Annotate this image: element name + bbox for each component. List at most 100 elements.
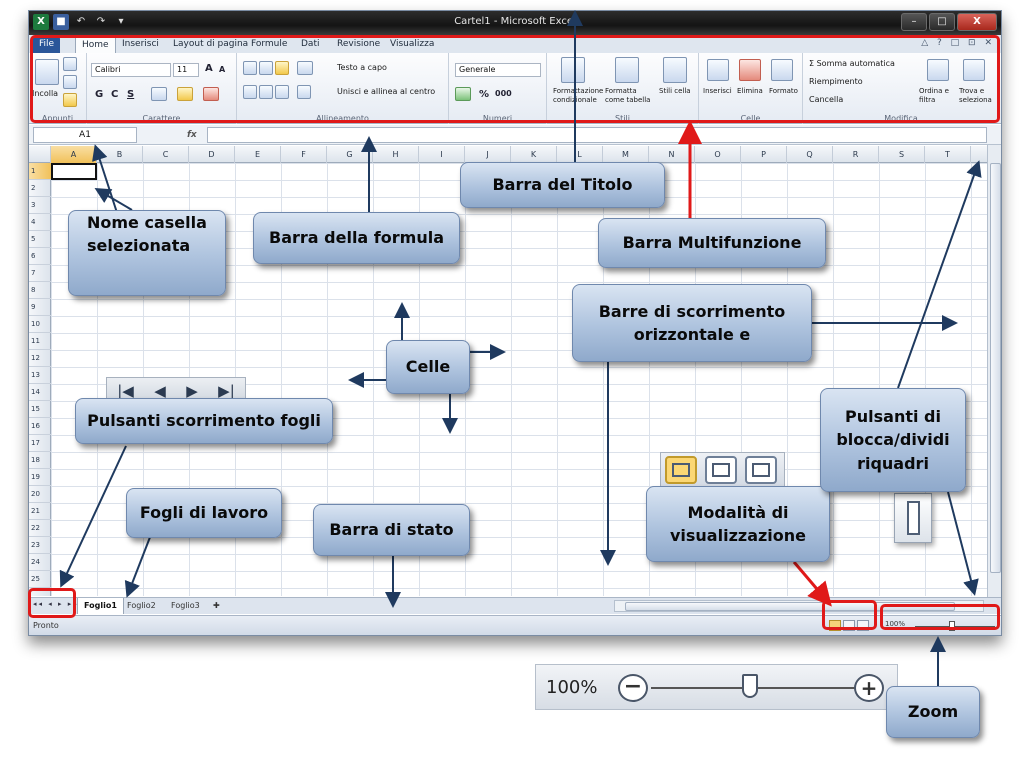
row-header[interactable]: 2 <box>29 180 51 197</box>
zoom-thumb[interactable] <box>742 674 758 698</box>
horizontal-scrollbar[interactable] <box>614 600 984 612</box>
grow-font-button[interactable]: A <box>205 63 213 74</box>
column-header[interactable]: F <box>281 146 327 163</box>
align-left-icon[interactable] <box>243 85 257 99</box>
autosum-button[interactable]: Σ Somma automatica <box>809 59 895 68</box>
column-header[interactable]: P <box>741 146 787 163</box>
zoom-in-icon[interactable]: + <box>854 674 884 702</box>
column-header[interactable]: O <box>695 146 741 163</box>
font-name-select[interactable]: Calibri <box>91 63 171 77</box>
column-header[interactable]: J <box>465 146 511 163</box>
row-header[interactable]: 12 <box>29 350 51 367</box>
page-layout-large-icon[interactable] <box>705 456 737 484</box>
close-button[interactable]: X <box>957 13 997 31</box>
column-header[interactable]: R <box>833 146 879 163</box>
column-header[interactable]: C <box>143 146 189 163</box>
row-header[interactable]: 9 <box>29 299 51 316</box>
column-header[interactable]: K <box>511 146 557 163</box>
fill-color-icon[interactable] <box>177 87 193 101</box>
select-all-corner[interactable] <box>29 146 51 163</box>
sheet-tab-3[interactable]: Foglio3 <box>165 598 206 614</box>
row-header[interactable]: 18 <box>29 452 51 469</box>
align-right-icon[interactable] <box>275 85 289 99</box>
zoom-mini-track[interactable] <box>915 626 995 627</box>
thousands-button[interactable]: 000 <box>495 89 512 98</box>
borders-icon[interactable] <box>151 87 167 101</box>
row-header[interactable]: 7 <box>29 265 51 282</box>
row-header[interactable]: 10 <box>29 316 51 333</box>
shrink-font-button[interactable]: A <box>219 65 225 74</box>
currency-icon[interactable] <box>455 87 471 101</box>
row-header[interactable]: 13 <box>29 367 51 384</box>
copy-icon[interactable] <box>63 75 77 89</box>
column-header[interactable]: M <box>603 146 649 163</box>
tab-view[interactable]: Visualizza <box>384 37 440 53</box>
row-header[interactable]: 20 <box>29 486 51 503</box>
row-header[interactable]: 22 <box>29 520 51 537</box>
align-bottom-icon[interactable] <box>275 61 289 75</box>
cut-icon[interactable] <box>63 57 77 71</box>
split-pane-icon[interactable] <box>894 493 932 543</box>
row-header[interactable]: 8 <box>29 282 51 299</box>
column-header[interactable]: B <box>97 146 143 163</box>
row-header[interactable]: 25 <box>29 571 51 588</box>
font-size-select[interactable]: 11 <box>173 63 199 77</box>
row-header[interactable]: 24 <box>29 554 51 571</box>
minimize-button[interactable]: – <box>901 13 927 31</box>
sort-filter-icon[interactable] <box>927 59 949 81</box>
vertical-scroll-thumb[interactable] <box>990 163 1001 573</box>
column-header[interactable]: I <box>419 146 465 163</box>
column-header[interactable]: L <box>557 146 603 163</box>
tab-formulas[interactable]: Formule <box>245 37 293 53</box>
tab-data[interactable]: Dati <box>295 37 325 53</box>
number-format-select[interactable]: Generale <box>455 63 541 77</box>
tab-page-layout[interactable]: Layout di pagina <box>167 37 254 53</box>
italic-button[interactable]: C <box>111 89 118 100</box>
horizontal-scroll-thumb[interactable] <box>625 602 955 611</box>
column-header[interactable]: S <box>879 146 925 163</box>
column-header[interactable]: D <box>189 146 235 163</box>
fill-button[interactable]: Riempimento <box>809 77 863 86</box>
sheet-tab-1[interactable]: Foglio1 <box>77 598 124 614</box>
normal-view-icon[interactable] <box>829 620 841 631</box>
maximize-button[interactable]: □ <box>929 13 955 31</box>
underline-button[interactable]: S <box>127 89 134 100</box>
active-cell[interactable] <box>51 163 97 180</box>
column-header[interactable]: E <box>235 146 281 163</box>
merge-center-button[interactable]: Unisci e allinea al centro <box>337 87 435 96</box>
vertical-scrollbar[interactable] <box>987 145 1001 597</box>
column-header[interactable]: G <box>327 146 373 163</box>
row-header[interactable]: 4 <box>29 214 51 231</box>
row-header[interactable]: 21 <box>29 503 51 520</box>
format-painter-icon[interactable] <box>63 93 77 107</box>
align-center-icon[interactable] <box>259 85 273 99</box>
zoom-out-icon[interactable]: − <box>618 674 648 702</box>
conditional-format-icon[interactable] <box>561 57 585 83</box>
tab-home[interactable]: Home <box>75 37 116 53</box>
row-header[interactable]: 15 <box>29 401 51 418</box>
page-layout-view-icon[interactable] <box>843 620 855 631</box>
clear-button[interactable]: Cancella <box>809 95 843 104</box>
align-middle-icon[interactable] <box>259 61 273 75</box>
format-cells-icon[interactable] <box>771 59 793 81</box>
tab-review[interactable]: Revisione <box>331 37 386 53</box>
tab-insert[interactable]: Inserisci <box>116 37 165 53</box>
row-header[interactable]: 17 <box>29 435 51 452</box>
name-box[interactable]: A1 <box>33 127 137 143</box>
format-table-icon[interactable] <box>615 57 639 83</box>
row-header[interactable]: 16 <box>29 418 51 435</box>
ribbon-help-icons[interactable]: △ ? □ ⊡ ✕ <box>921 38 995 48</box>
delete-cells-icon[interactable] <box>739 59 761 81</box>
formula-input[interactable] <box>207 127 987 143</box>
column-header[interactable]: T <box>925 146 971 163</box>
normal-view-large-icon[interactable] <box>665 456 697 484</box>
align-top-icon[interactable] <box>243 61 257 75</box>
percent-button[interactable]: % <box>479 89 489 100</box>
column-header[interactable]: Q <box>787 146 833 163</box>
font-color-icon[interactable] <box>203 87 219 101</box>
row-header[interactable]: 3 <box>29 197 51 214</box>
row-header[interactable]: 23 <box>29 537 51 554</box>
row-header[interactable]: 14 <box>29 384 51 401</box>
zoom-slider-mini[interactable]: 100% <box>885 620 995 631</box>
row-header[interactable]: 19 <box>29 469 51 486</box>
